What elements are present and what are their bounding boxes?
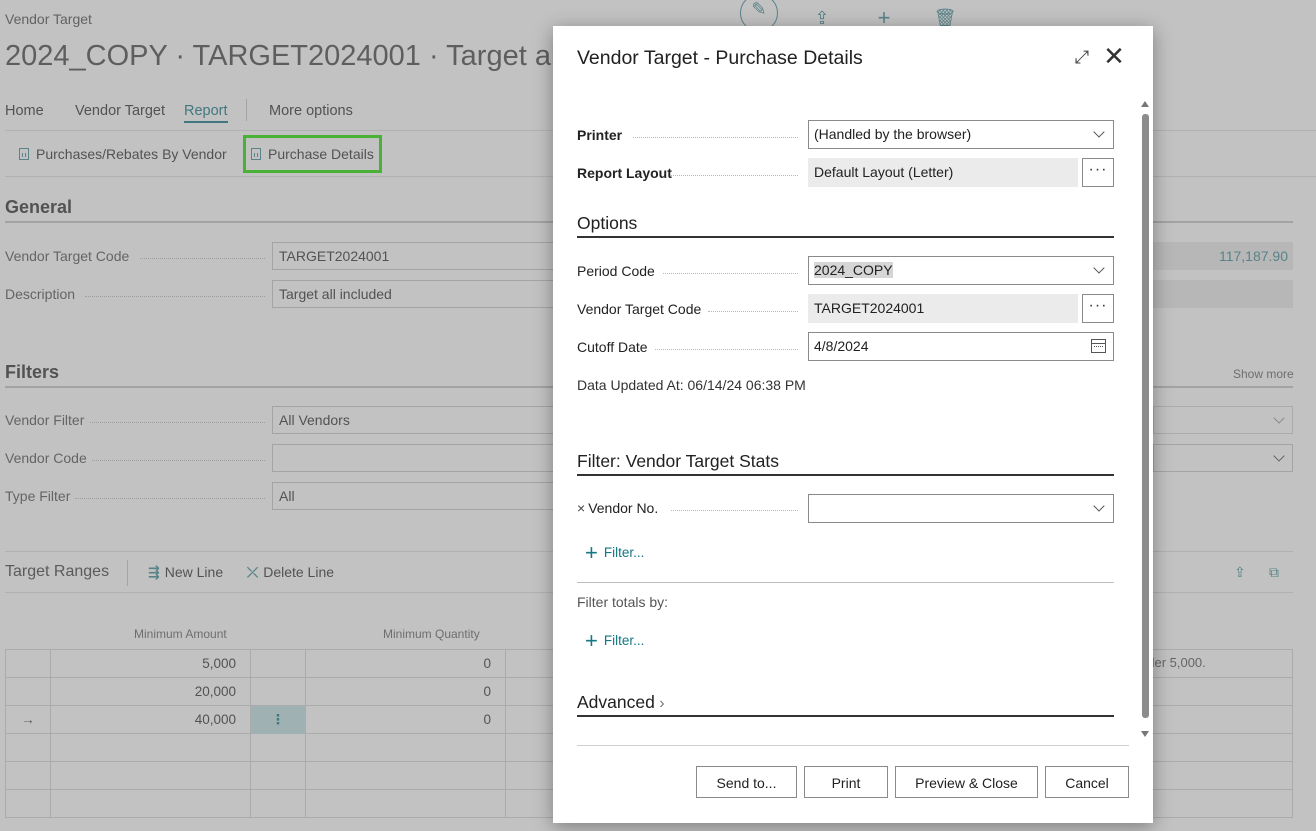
filter-totals-label: Filter totals by: xyxy=(577,594,669,610)
scroll-thumb[interactable] xyxy=(1142,114,1149,718)
vendor-target-code-lookup-button[interactable]: ··· xyxy=(1082,294,1114,323)
advanced-toggle[interactable]: Advanced › xyxy=(577,692,665,713)
add-filter-link[interactable]: + Filter... xyxy=(585,540,644,566)
options-section-title[interactable]: Options xyxy=(577,213,637,234)
add-filter-label: Filter... xyxy=(603,545,645,560)
dot-leader xyxy=(671,175,798,176)
dot-leader xyxy=(655,349,798,350)
dot-leader xyxy=(671,510,798,511)
vendor-target-code-field[interactable]: TARGET2024001 xyxy=(808,294,1078,323)
calendar-icon[interactable] xyxy=(1091,339,1106,353)
printer-label: Printer xyxy=(577,127,623,143)
dot-leader xyxy=(663,273,798,274)
data-updated-text: Data Updated At: 06/14/24 06:38 PM xyxy=(577,377,806,393)
dot-leader xyxy=(708,311,798,312)
remove-filter-icon[interactable]: × xyxy=(577,500,585,516)
send-to-button[interactable]: Send to... xyxy=(696,766,797,798)
print-button[interactable]: Print xyxy=(804,766,888,798)
plus-icon: + xyxy=(585,628,598,653)
vendor-no-label: × Vendor No. xyxy=(577,500,658,516)
cutoff-date-label: Cutoff Date xyxy=(577,339,648,355)
cancel-button[interactable]: Cancel xyxy=(1045,766,1129,798)
vendor-no-label-text: Vendor No. xyxy=(588,500,659,516)
report-layout-label: Report Layout xyxy=(577,165,672,181)
filter-section-title[interactable]: Filter: Vendor Target Stats xyxy=(577,451,779,472)
report-layout-lookup-button[interactable]: ··· xyxy=(1082,158,1114,187)
period-code-select[interactable]: 2024_COPY xyxy=(808,256,1114,285)
add-totals-filter-link[interactable]: + Filter... xyxy=(585,628,644,654)
close-icon[interactable]: ✕ xyxy=(1102,43,1126,69)
purchase-details-dialog: Vendor Target - Purchase Details ⤢ ✕ Pri… xyxy=(553,26,1153,823)
add-totals-filter-label: Filter... xyxy=(603,633,645,648)
scroll-up-icon[interactable] xyxy=(1141,101,1149,107)
advanced-label: Advanced xyxy=(577,692,655,712)
filter-section-line xyxy=(577,474,1114,476)
plus-icon: + xyxy=(585,540,598,565)
printer-select[interactable]: (Handled by the browser) xyxy=(808,120,1114,149)
chevron-right-icon: › xyxy=(654,695,665,712)
report-layout-field[interactable]: Default Layout (Letter) xyxy=(808,158,1078,187)
vendor-target-code-label: Vendor Target Code xyxy=(577,301,702,317)
vendor-no-select[interactable] xyxy=(808,494,1114,523)
dialog-scrollbar[interactable] xyxy=(1140,98,1150,743)
dot-leader xyxy=(633,137,798,138)
cutoff-date-field[interactable]: 4/8/2024 xyxy=(808,332,1114,361)
period-code-label: Period Code xyxy=(577,263,655,279)
advanced-section-line xyxy=(577,715,1114,717)
period-code-value: 2024_COPY xyxy=(814,262,893,278)
scroll-down-icon[interactable] xyxy=(1141,731,1149,737)
dialog-title: Vendor Target - Purchase Details xyxy=(577,47,863,69)
footer-divider xyxy=(577,745,1129,746)
preview-close-button[interactable]: Preview & Close xyxy=(895,766,1038,798)
cutoff-date-value: 4/8/2024 xyxy=(814,338,869,354)
filter-divider xyxy=(577,582,1114,583)
options-section-line xyxy=(577,236,1114,238)
expand-icon[interactable]: ⤢ xyxy=(1071,46,1093,68)
